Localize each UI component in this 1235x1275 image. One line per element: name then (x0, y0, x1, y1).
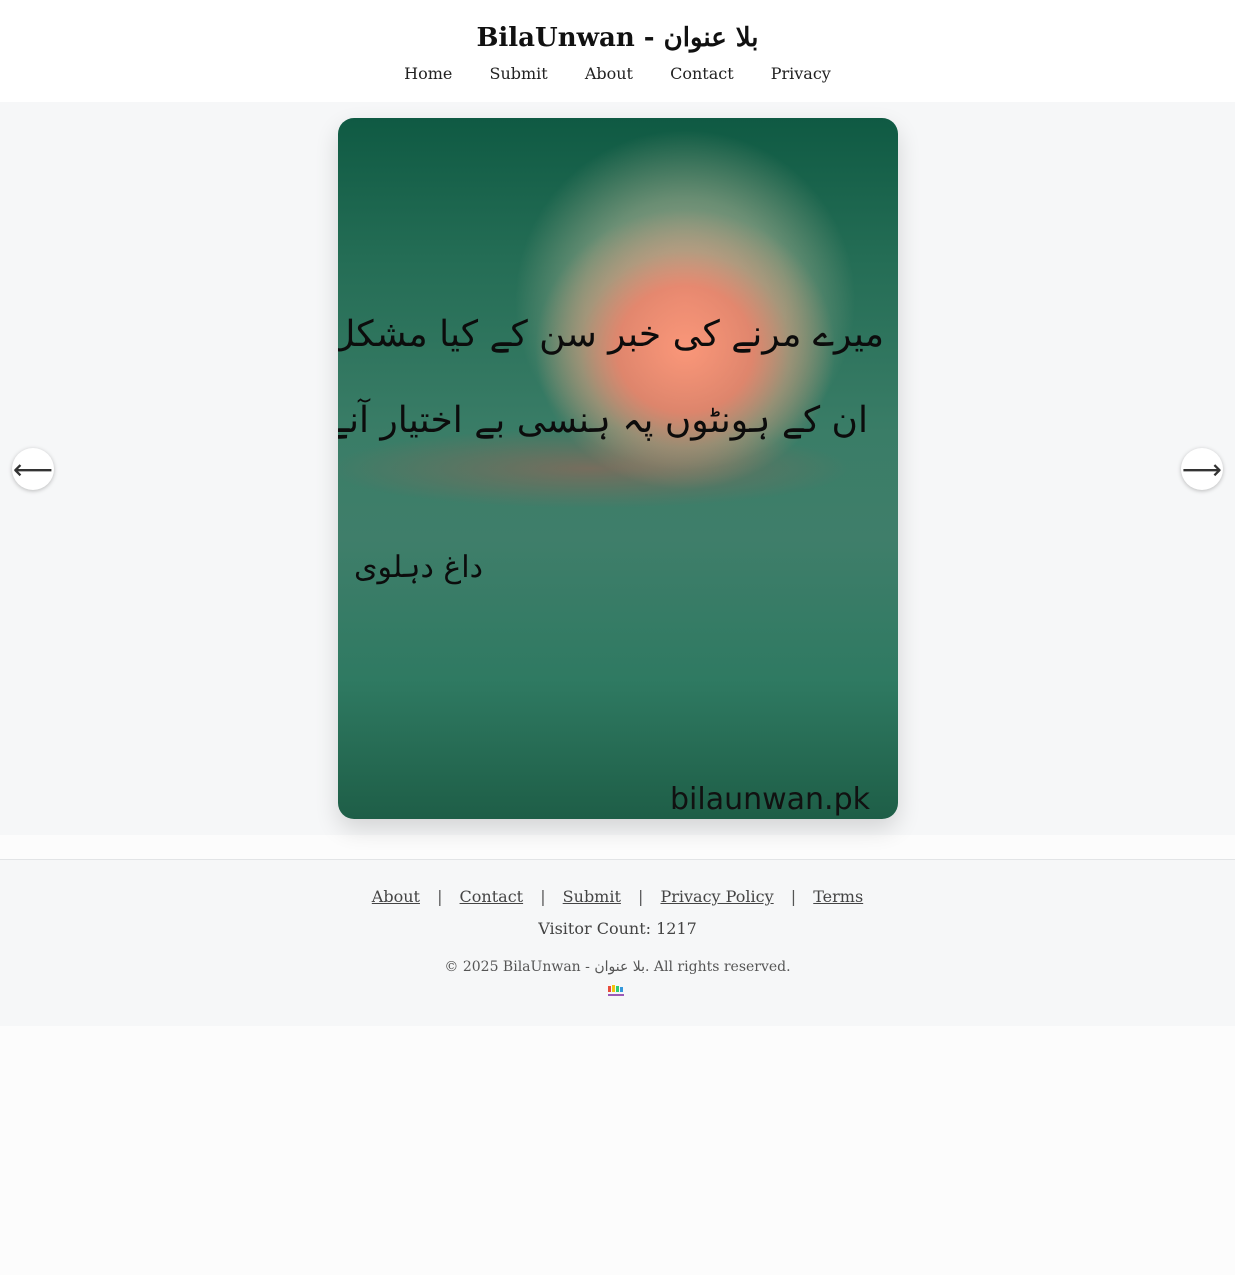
poet-name: داغ دہلوی (354, 550, 483, 585)
footer-separator: | (540, 887, 546, 906)
poem-line-1: میرے مرنے کی خبر سن کے کیا مشکل سے ضبط (338, 314, 884, 355)
footer-about-link[interactable]: About (372, 887, 420, 906)
site-footer: About | Contact | Submit | Privacy Polic… (0, 859, 1235, 1026)
nav-submit-link[interactable]: Submit (489, 62, 547, 86)
copyright-text: © 2025 BilaUnwan - بلا عنوان. All rights… (444, 959, 791, 975)
watermark-text: bilaunwan.pk (669, 782, 870, 817)
slideshow-section: ⟵ میرے مرنے کی خبر سن کے کیا مشکل سے ضبط… (0, 102, 1235, 835)
poem-line-2: ان کے ہونٹوں پہ ہنسی بے اختیار آنے کی تھ… (338, 400, 868, 441)
previous-arrow-button[interactable]: ⟵ (12, 448, 54, 490)
site-header: BilaUnwan - بلا عنوان Home Submit About … (0, 0, 1235, 102)
footer-separator: | (437, 887, 443, 906)
footer-separator: | (790, 887, 797, 906)
arrow-right-icon: ⟶ (1181, 452, 1223, 486)
nav-privacy-link[interactable]: Privacy (771, 62, 831, 86)
footer-contact-link[interactable]: Contact (460, 887, 524, 906)
footer-privacy-policy-link[interactable]: Privacy Policy (660, 887, 773, 906)
arrow-left-icon: ⟵ (12, 452, 54, 486)
nav-home-link[interactable]: Home (404, 62, 452, 86)
nav-contact-link[interactable]: Contact (670, 62, 734, 86)
footer-terms-link[interactable]: Terms (813, 887, 863, 906)
footer-links: About | Contact | Submit | Privacy Polic… (0, 886, 1235, 908)
visitor-count: Visitor Count: 1217 (538, 919, 697, 938)
footer-separator: | (638, 887, 644, 906)
footer-submit-link[interactable]: Submit (563, 887, 621, 906)
poetry-image-card: میرے مرنے کی خبر سن کے کیا مشکل سے ضبط ا… (338, 118, 898, 819)
site-title[interactable]: BilaUnwan - بلا عنوان (0, 20, 1235, 56)
site-badge-icon (608, 985, 624, 996)
next-arrow-button[interactable]: ⟶ (1181, 448, 1223, 490)
main-nav: Home Submit About Contact Privacy (0, 62, 1235, 86)
nav-about-link[interactable]: About (585, 62, 633, 86)
